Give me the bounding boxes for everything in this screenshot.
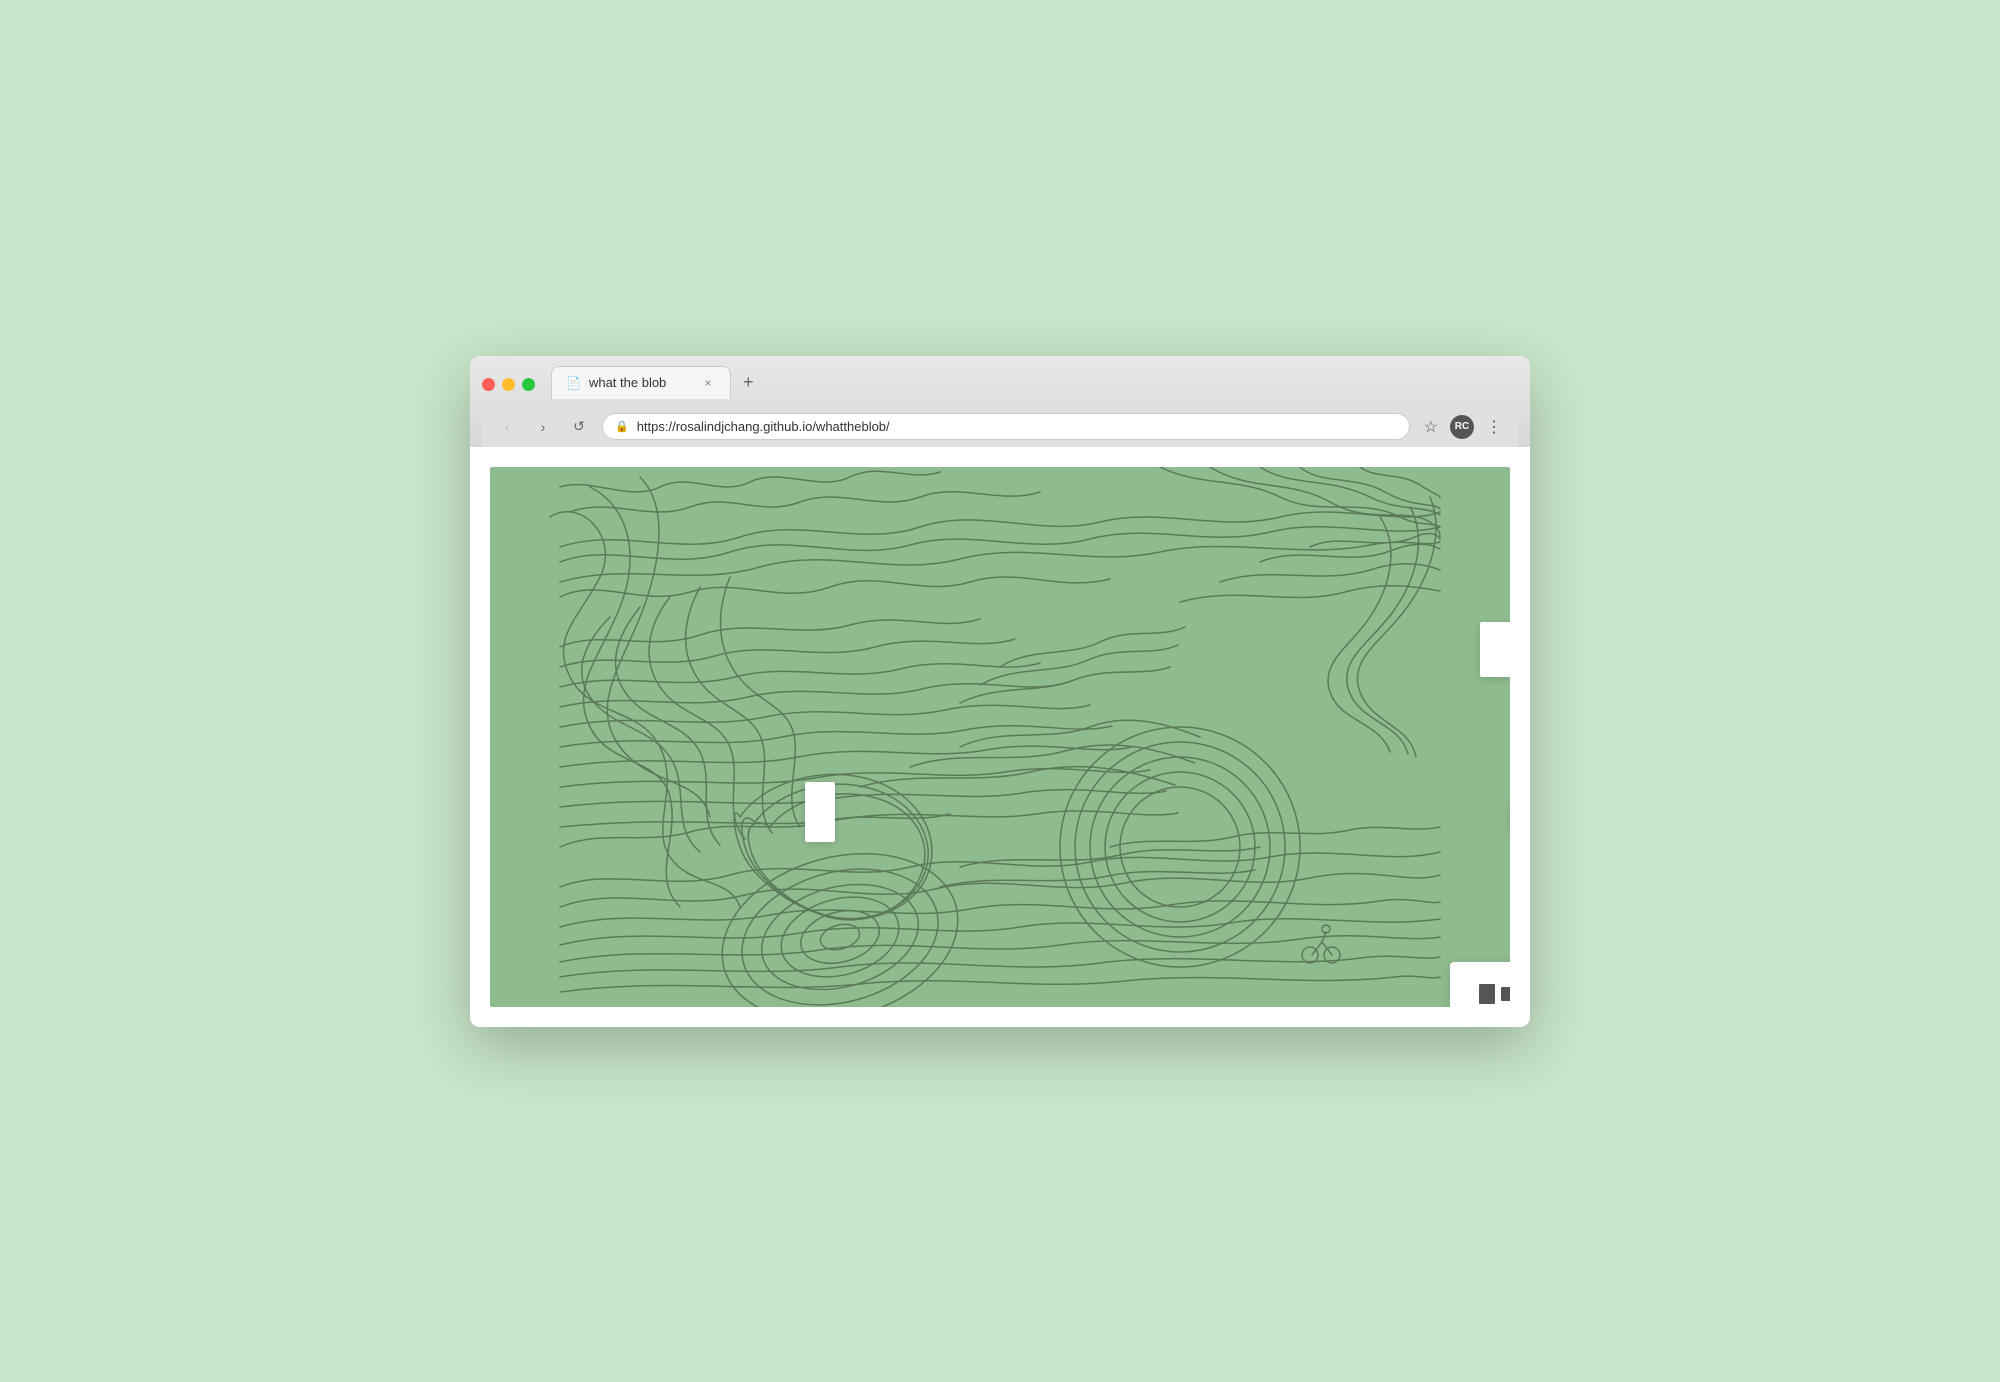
blob-artwork	[490, 467, 1510, 1007]
close-button[interactable]	[482, 378, 495, 391]
webpage-container[interactable]: ☝	[490, 467, 1510, 1007]
menu-button[interactable]: ⋮	[1482, 413, 1506, 441]
tab-close-button[interactable]: ×	[700, 375, 716, 391]
maximize-button[interactable]	[522, 378, 535, 391]
overlay-top-right	[1480, 622, 1510, 677]
tab-icon: 📄	[566, 376, 581, 390]
minimize-button[interactable]	[502, 378, 515, 391]
lock-icon: 🔒	[615, 420, 629, 433]
browser-content: ☝	[470, 447, 1530, 1027]
new-tab-button[interactable]: +	[735, 368, 762, 397]
back-button[interactable]: ‹	[494, 414, 520, 440]
title-bar: 📄 what the blob × + ‹ › ↺ 🔒 https://rosa…	[470, 356, 1530, 447]
panel-icon-minus	[1501, 987, 1510, 1001]
forward-button[interactable]: ›	[530, 414, 556, 440]
toolbar-right: ☆ RC ⋮	[1420, 413, 1506, 441]
active-tab[interactable]: 📄 what the blob ×	[551, 366, 731, 399]
tab-title: what the blob	[589, 375, 692, 390]
profile-avatar[interactable]: RC	[1450, 415, 1474, 439]
tab-bar: 📄 what the blob × +	[482, 366, 1518, 399]
address-bar-row: ‹ › ↺ 🔒 https://rosalindjchang.github.io…	[482, 407, 1518, 447]
bookmark-button[interactable]: ☆	[1420, 413, 1442, 441]
overlay-panel-bottom-right[interactable]	[1450, 962, 1510, 1007]
panel-icon-doc	[1479, 984, 1495, 1004]
window-controls	[482, 378, 551, 399]
refresh-button[interactable]: ↺	[566, 414, 592, 440]
url-text: https://rosalindjchang.github.io/whatthe…	[637, 419, 1397, 434]
address-bar[interactable]: 🔒 https://rosalindjchang.github.io/whatt…	[602, 413, 1410, 440]
overlay-center	[805, 782, 835, 842]
browser-window: 📄 what the blob × + ‹ › ↺ 🔒 https://rosa…	[470, 356, 1530, 1027]
